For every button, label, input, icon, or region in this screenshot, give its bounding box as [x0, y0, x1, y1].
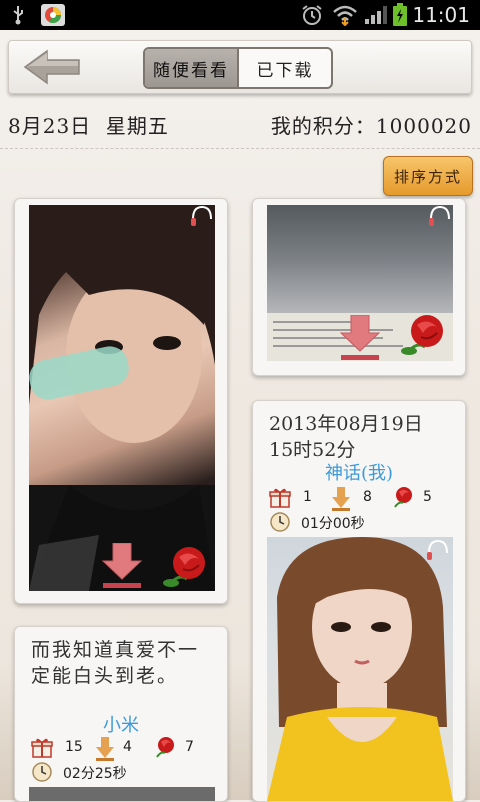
gift-icon — [269, 488, 291, 508]
alarm-icon — [302, 5, 322, 25]
post-card-right-dated[interactable]: 2013年08月19日 15时52分 神话(我) 1 8 5 01分00秒 — [252, 400, 466, 802]
gift-count: 15 — [65, 739, 83, 755]
rose-icon[interactable] — [397, 311, 453, 361]
points-display: 我的积分：1000020 — [271, 110, 472, 139]
rose-count: 7 — [185, 739, 194, 755]
points-label: 我的积分： — [270, 114, 376, 138]
post-title: 而我知道真爱不一定能白头到老。 — [31, 639, 200, 687]
post-card-right-sky[interactable] — [252, 198, 466, 376]
download-count-icon — [332, 487, 350, 511]
info-row: 8月23日 星期五 我的积分：1000020 — [0, 100, 480, 149]
sort-button[interactable]: 排序方式 — [383, 156, 473, 196]
download-count-icon — [96, 737, 114, 761]
back-arrow-icon — [23, 49, 80, 85]
post-photo — [267, 537, 453, 801]
post-author[interactable]: 小米 — [15, 711, 227, 737]
download-count: 4 — [123, 739, 132, 755]
clock-icon — [32, 762, 52, 782]
signal-icon — [365, 6, 387, 24]
audio-icon[interactable] — [427, 205, 453, 227]
download-icon[interactable] — [335, 315, 385, 361]
gift-icon — [31, 738, 53, 758]
clock: 11:01 — [412, 3, 470, 27]
download-count: 8 — [363, 489, 372, 505]
rose-count-icon — [394, 487, 412, 508]
duration: 02分25秒 — [63, 766, 127, 782]
post-author[interactable]: 神话(我) — [253, 459, 465, 485]
usb-icon — [13, 6, 23, 25]
post-photo — [29, 205, 215, 591]
battery-icon — [393, 3, 407, 26]
gift-count: 1 — [303, 489, 312, 505]
tab-downloaded[interactable]: 已下载 — [239, 49, 331, 87]
audio-icon[interactable] — [425, 539, 451, 561]
audio-icon[interactable] — [189, 205, 215, 227]
points-value: 1000020 — [375, 114, 472, 138]
photo-illustration — [29, 205, 215, 591]
rose-icon[interactable] — [159, 543, 215, 593]
rose-count: 5 — [423, 489, 432, 505]
download-icon[interactable] — [97, 543, 147, 589]
tab-browse[interactable]: 随便看看 — [145, 49, 239, 87]
post-card-left-quote[interactable]: 而我知道真爱不一定能白头到老。 小米 15 4 7 02分25秒 — [14, 626, 228, 802]
top-toolbar: 随便看看 已下载 — [8, 40, 472, 94]
wifi-icon — [333, 5, 357, 26]
post-title: 2013年08月19日 15时52分 — [269, 413, 423, 461]
photo-illustration — [267, 537, 453, 801]
rose-count-icon — [156, 737, 174, 758]
app-icon — [41, 4, 65, 26]
back-button[interactable] — [21, 47, 85, 87]
post-card-left-photo[interactable] — [14, 198, 228, 604]
clock-icon — [270, 512, 290, 532]
date-text: 8月23日 星期五 — [8, 114, 169, 138]
duration: 01分00秒 — [301, 516, 365, 532]
status-bar: 11:01 — [0, 0, 480, 30]
view-switch: 随便看看 已下载 — [143, 47, 333, 89]
